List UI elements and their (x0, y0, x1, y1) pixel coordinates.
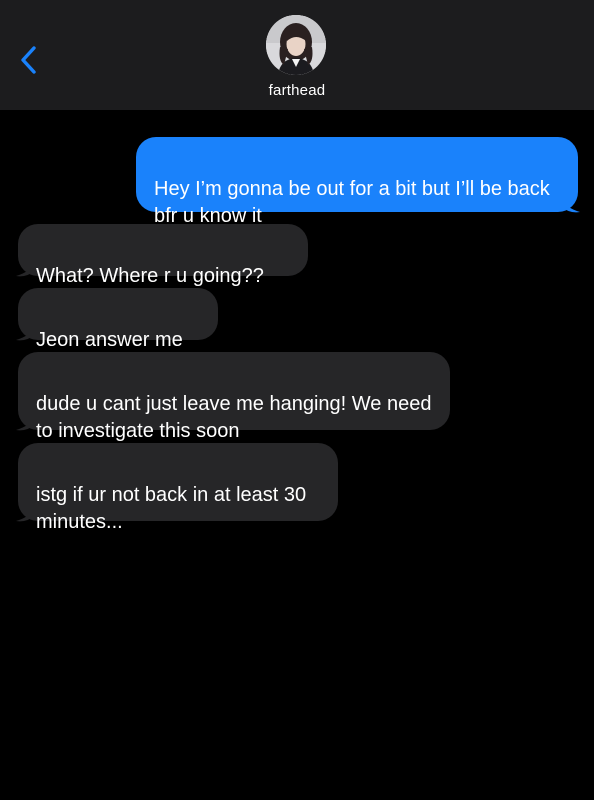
message-text: Jeon answer me (36, 329, 183, 351)
message-bubble-received[interactable]: istg if ur not back in at least 30 minut… (18, 443, 338, 533)
message-bubble-received[interactable]: Jeon answer me (18, 288, 218, 351)
avatar[interactable] (266, 15, 326, 75)
message-text: Hey I’m gonna be out for a bit but I’ll … (154, 178, 550, 227)
bubble-tail (560, 198, 580, 213)
message-bubble-sent[interactable]: Hey I’m gonna be out for a bit but I’ll … (136, 137, 578, 227)
message-text: What? Where r u going?? (36, 265, 264, 287)
messages-screen: farthead Hey I’m gonna be out for a bit … (0, 0, 594, 800)
bubble-tail (16, 507, 36, 522)
contact-name[interactable]: farthead (0, 82, 594, 99)
bubble-tail (16, 262, 36, 277)
contact-avatar-image (266, 15, 326, 75)
message-text: dude u cant just leave me hanging! We ne… (36, 393, 432, 442)
conversation-header: farthead (0, 0, 594, 110)
bubble-tail (16, 416, 36, 431)
chevron-left-icon (21, 46, 36, 74)
message-bubble-received[interactable]: dude u cant just leave me hanging! We ne… (18, 352, 450, 442)
message-text: istg if ur not back in at least 30 minut… (36, 484, 307, 533)
message-thread[interactable]: Hey I’m gonna be out for a bit but I’ll … (0, 110, 594, 800)
message-bubble-received[interactable]: What? Where r u going?? (18, 224, 308, 287)
back-button[interactable] (14, 40, 48, 80)
bubble-tail (16, 326, 36, 341)
